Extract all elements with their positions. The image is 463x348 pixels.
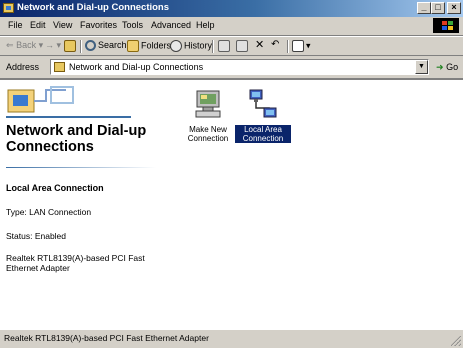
views-icon: [292, 40, 304, 52]
title-bar[interactable]: Network and Dial-up Connections _ □ ×: [0, 0, 463, 17]
lan-connection-icon: [249, 89, 277, 118]
delete-button[interactable]: ✕: [255, 38, 264, 51]
delete-icon: ✕: [255, 39, 265, 51]
status-line: Status: Enabled: [6, 231, 67, 241]
minimize-button[interactable]: _: [417, 2, 431, 14]
explorer-window: Network and Dial-up Connections _ □ × Fi…: [0, 0, 463, 348]
folders-button[interactable]: Folders: [127, 40, 171, 52]
local-area-connection-item[interactable]: Local Area Connection: [235, 88, 291, 143]
toolbar-separator: [80, 40, 82, 53]
history-icon: [170, 40, 182, 52]
menu-view[interactable]: View: [53, 20, 72, 30]
folder-view: Network and Dial-up Connections Local Ar…: [0, 79, 463, 330]
menu-tools[interactable]: Tools: [122, 20, 143, 30]
menu-favorites[interactable]: Favorites: [80, 20, 117, 30]
history-button[interactable]: History: [170, 40, 212, 52]
toolbar-separator: [212, 40, 214, 53]
folders-label: Folders: [141, 40, 172, 51]
page-title: Network and Dial-up Connections: [6, 123, 147, 155]
status-bar: Realtek RTL8139(A)-based PCI Fast Ethern…: [0, 329, 463, 348]
title-divider: [6, 167, 156, 168]
back-button[interactable]: ⇐ Back ▾: [6, 40, 43, 51]
up-folder-icon: [64, 40, 76, 52]
back-label: Back: [16, 40, 37, 50]
go-arrow-icon: ➜: [436, 62, 444, 72]
address-dropdown-button[interactable]: ▼: [415, 60, 428, 74]
network-banner-graphic: [6, 86, 131, 118]
menu-bar: File Edit View Favorites Tools Advanced …: [0, 17, 463, 36]
address-bar: Address Network and Dial-up Connections …: [0, 57, 463, 79]
copy-to-icon: [236, 40, 248, 52]
up-folder-button[interactable]: [64, 40, 78, 52]
search-icon: [85, 40, 96, 52]
network-folder-icon: [54, 62, 65, 72]
undo-icon: ↶: [271, 39, 280, 50]
type-line: Type: LAN Connection: [6, 207, 92, 217]
make-new-connection-item[interactable]: Make New Connection: [180, 88, 236, 143]
forward-button[interactable]: → ▾: [45, 40, 61, 51]
history-label: History: [184, 40, 213, 51]
forward-arrow-icon: →: [45, 40, 54, 50]
address-input[interactable]: Network and Dial-up Connections ▼: [50, 59, 429, 75]
address-label: Address: [6, 62, 40, 72]
make-new-connection-label: Make New Connection: [187, 125, 229, 143]
windows-logo-icon: [433, 18, 459, 33]
menu-advanced[interactable]: Advanced: [151, 20, 191, 30]
close-button[interactable]: ×: [447, 2, 461, 14]
local-area-connection-label: Local Area Connection: [235, 125, 291, 143]
window-title: Network and Dial-up Connections: [17, 2, 170, 13]
search-label: Search: [98, 40, 127, 50]
views-button[interactable]: ▾: [292, 40, 311, 52]
network-folder-icon: [3, 3, 14, 13]
copy-to-button[interactable]: [236, 40, 250, 52]
menu-help[interactable]: Help: [196, 20, 215, 30]
adapter-description: Realtek RTL8139(A)-based PCI Fast Ethern…: [6, 253, 145, 273]
menu-file[interactable]: File: [8, 20, 23, 30]
status-text: Realtek RTL8139(A)-based PCI Fast Ethern…: [4, 333, 209, 343]
address-value: Network and Dial-up Connections: [69, 62, 204, 72]
resize-grip[interactable]: [451, 336, 461, 346]
menu-edit[interactable]: Edit: [30, 20, 46, 30]
make-new-connection-icon: [195, 90, 221, 118]
move-to-icon: [218, 40, 230, 52]
go-label: Go: [446, 62, 459, 72]
selected-item-name: Local Area Connection: [6, 183, 104, 193]
back-arrow-icon: ⇐: [6, 40, 14, 50]
move-to-button[interactable]: [218, 40, 232, 52]
toolbar: ⇐ Back ▾ → ▾ Search Folders History ✕ ↶ …: [0, 36, 463, 56]
maximize-button[interactable]: □: [431, 2, 445, 14]
toolbar-separator: [287, 40, 289, 53]
undo-button[interactable]: ↶: [271, 39, 279, 50]
search-button[interactable]: Search: [85, 40, 127, 52]
go-button[interactable]: ➜ Go: [436, 62, 458, 73]
folders-icon: [127, 40, 139, 52]
